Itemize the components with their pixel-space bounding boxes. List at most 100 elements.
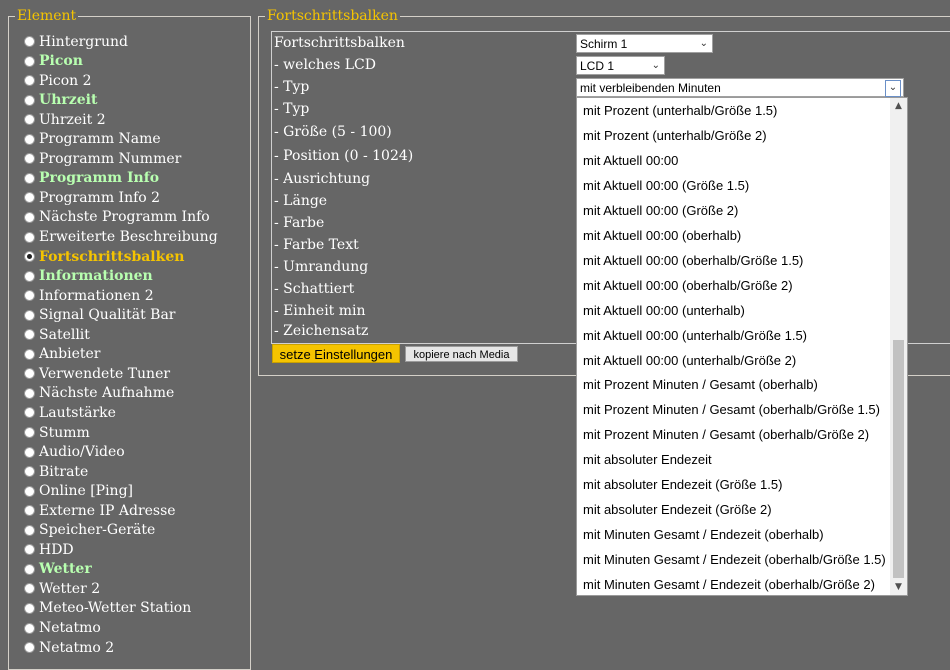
save-settings-button[interactable]: setze Einstellungen bbox=[272, 344, 400, 363]
radio-button-icon[interactable] bbox=[24, 133, 35, 145]
radio-button-icon[interactable] bbox=[24, 348, 35, 360]
radio-item[interactable]: Meteo-Wetter Station bbox=[24, 599, 191, 618]
dropdown-option[interactable]: mit Aktuell 00:00 (unterhalb) bbox=[583, 303, 745, 319]
radio-button-icon[interactable] bbox=[24, 329, 35, 341]
radio-button-icon[interactable] bbox=[24, 602, 35, 614]
radio-button-icon[interactable] bbox=[24, 368, 35, 380]
radio-item[interactable]: Netatmo 2 bbox=[24, 638, 114, 657]
radio-button-icon[interactable] bbox=[24, 446, 35, 458]
dropdown-option[interactable]: mit Aktuell 00:00 bbox=[583, 153, 678, 169]
radio-item[interactable]: Erweiterte Beschreibung bbox=[24, 228, 218, 247]
dropdown-option[interactable]: mit Aktuell 00:00 (unterhalb/Größe 2) bbox=[583, 353, 796, 369]
radio-item[interactable]: Uhrzeit 2 bbox=[24, 110, 106, 129]
radio-button-icon[interactable] bbox=[24, 387, 35, 399]
radio-button-icon[interactable] bbox=[24, 524, 35, 536]
radio-item[interactable]: Stumm bbox=[24, 423, 90, 442]
radio-button-icon[interactable] bbox=[24, 36, 35, 47]
radio-button-icon[interactable] bbox=[24, 94, 35, 106]
scroll-down-icon[interactable]: ▼ bbox=[890, 579, 907, 595]
radio-button-icon[interactable] bbox=[24, 427, 35, 438]
dropdown-option[interactable]: mit absoluter Endezeit (Größe 1.5) bbox=[583, 477, 782, 493]
radio-button-icon[interactable] bbox=[24, 544, 35, 556]
dropdown-option[interactable]: mit Aktuell 00:00 (oberhalb/Größe 2) bbox=[583, 278, 793, 294]
dropdown-option[interactable]: mit absoluter Endezeit (Größe 2) bbox=[583, 502, 772, 518]
dropdown-option[interactable]: mit Aktuell 00:00 (oberhalb/Größe 1.5) bbox=[583, 253, 803, 269]
radio-item[interactable]: Netatmo bbox=[24, 619, 101, 638]
radio-button-icon[interactable] bbox=[24, 563, 35, 575]
radio-item[interactable]: Nächste Programm Info bbox=[24, 208, 210, 227]
radio-item-label: Signal Qualität Bar bbox=[39, 307, 176, 324]
scroll-up-icon[interactable]: ▲ bbox=[890, 98, 907, 114]
scroll-thumb[interactable] bbox=[893, 340, 904, 578]
screen-select[interactable]: Schirm 1 ⌄ bbox=[576, 34, 713, 53]
radio-item[interactable]: Verwendete Tuner bbox=[24, 364, 170, 383]
radio-item[interactable]: Signal Qualität Bar bbox=[24, 306, 176, 325]
radio-item-label: Anbieter bbox=[39, 346, 101, 363]
radio-button-icon[interactable] bbox=[24, 583, 35, 595]
radio-item[interactable]: Lautstärke bbox=[24, 403, 116, 422]
radio-item-label: Informationen 2 bbox=[39, 287, 154, 304]
radio-item[interactable]: Picon 2 bbox=[24, 71, 92, 90]
copy-to-media-button[interactable]: kopiere nach Media bbox=[405, 346, 518, 362]
radio-item[interactable]: Wetter 2 bbox=[24, 579, 100, 598]
dropdown-option[interactable]: mit Aktuell 00:00 (Größe 2) bbox=[583, 203, 738, 219]
radio-button-icon[interactable] bbox=[24, 172, 35, 184]
dropdown-option[interactable]: mit Prozent Minuten / Gesamt (oberhalb) bbox=[583, 377, 818, 393]
radio-button-icon[interactable] bbox=[24, 251, 35, 263]
type-dropdown-list[interactable]: mit Prozent (unterhalb/Größe 1.5) mit Pro… bbox=[576, 97, 908, 596]
radio-button-icon[interactable] bbox=[24, 505, 35, 517]
radio-button-icon[interactable] bbox=[24, 192, 35, 204]
radio-item-label: Netatmo bbox=[39, 620, 101, 636]
radio-item[interactable]: Informationen 2 bbox=[24, 286, 154, 305]
radio-item[interactable]: Externe IP Adresse bbox=[24, 501, 176, 520]
radio-item[interactable]: Bitrate bbox=[24, 462, 88, 481]
radio-button-icon[interactable] bbox=[24, 309, 35, 321]
radio-button-icon[interactable] bbox=[24, 466, 35, 478]
radio-item[interactable]: Speicher-Geräte bbox=[24, 521, 155, 540]
radio-item[interactable]: Programm Name bbox=[24, 130, 161, 149]
radio-item[interactable]: Programm Info 2 bbox=[24, 188, 160, 207]
lcd-select[interactable]: LCD 1 ⌄ bbox=[576, 56, 665, 75]
dropdown-option[interactable]: mit Aktuell 00:00 (oberhalb) bbox=[583, 228, 741, 244]
radio-item[interactable]: Informationen bbox=[24, 267, 153, 286]
radio-item[interactable]: HDD bbox=[24, 540, 74, 559]
radio-item[interactable]: Programm Info bbox=[24, 169, 159, 188]
dropdown-option[interactable]: mit Minuten Gesamt / Endezeit (oberhalb) bbox=[583, 527, 824, 543]
dropdown-option[interactable]: mit Prozent (unterhalb/Größe 1.5) bbox=[583, 103, 777, 119]
radio-item[interactable]: Online [Ping] bbox=[24, 482, 133, 501]
dropdown-scrollbar[interactable]: ▲ ▼ bbox=[890, 98, 907, 595]
radio-item[interactable]: Anbieter bbox=[24, 345, 100, 364]
radio-button-icon[interactable] bbox=[24, 153, 35, 165]
radio-item[interactable]: Fortschrittsbalken bbox=[24, 247, 184, 266]
radio-button-icon[interactable] bbox=[24, 290, 35, 302]
dropdown-option[interactable]: mit absoluter Endezeit bbox=[583, 452, 712, 468]
radio-button-icon[interactable] bbox=[24, 55, 35, 67]
radio-button-icon[interactable] bbox=[24, 407, 35, 419]
dropdown-option[interactable]: mit Prozent Minuten / Gesamt (oberhalb/G… bbox=[583, 402, 880, 418]
type-select[interactable]: mit verbleibenden Minuten ⌄ bbox=[576, 78, 904, 97]
dropdown-option[interactable]: mit Aktuell 00:00 (unterhalb/Größe 1.5) bbox=[583, 328, 807, 344]
radio-button-icon[interactable] bbox=[24, 270, 35, 282]
dropdown-option[interactable]: mit Prozent Minuten / Gesamt (oberhalb/G… bbox=[583, 427, 869, 443]
dropdown-option[interactable]: mit Prozent (unterhalb/Größe 2) bbox=[583, 128, 767, 144]
radio-item-label: Uhrzeit bbox=[39, 92, 98, 109]
radio-button-icon[interactable] bbox=[24, 642, 35, 654]
dropdown-option[interactable]: mit Minuten Gesamt / Endezeit (oberhalb/… bbox=[583, 552, 886, 568]
radio-item[interactable]: Wetter bbox=[24, 560, 92, 579]
radio-button-icon[interactable] bbox=[24, 75, 35, 87]
radio-item[interactable]: Audio/Video bbox=[24, 443, 125, 462]
radio-button-icon[interactable] bbox=[24, 231, 35, 243]
radio-button-icon[interactable] bbox=[24, 485, 35, 497]
radio-item[interactable]: Uhrzeit bbox=[24, 91, 97, 110]
radio-item[interactable]: Programm Nummer bbox=[24, 149, 181, 168]
dropdown-option[interactable]: mit Aktuell 00:00 (Größe 1.5) bbox=[583, 178, 749, 194]
radio-item[interactable]: Picon bbox=[24, 52, 83, 71]
radio-button-icon[interactable] bbox=[24, 114, 35, 126]
radio-button-icon[interactable] bbox=[24, 211, 35, 223]
radio-item[interactable]: Hintergrund bbox=[24, 32, 128, 51]
radio-button-icon[interactable] bbox=[24, 622, 35, 634]
dropdown-option[interactable]: mit Minuten Gesamt / Endezeit (oberhalb/… bbox=[583, 577, 875, 593]
settings-row-label: - Position (0 - 1024) bbox=[274, 148, 414, 164]
radio-item[interactable]: Satellit bbox=[24, 325, 90, 344]
radio-item[interactable]: Nächste Aufnahme bbox=[24, 384, 174, 403]
